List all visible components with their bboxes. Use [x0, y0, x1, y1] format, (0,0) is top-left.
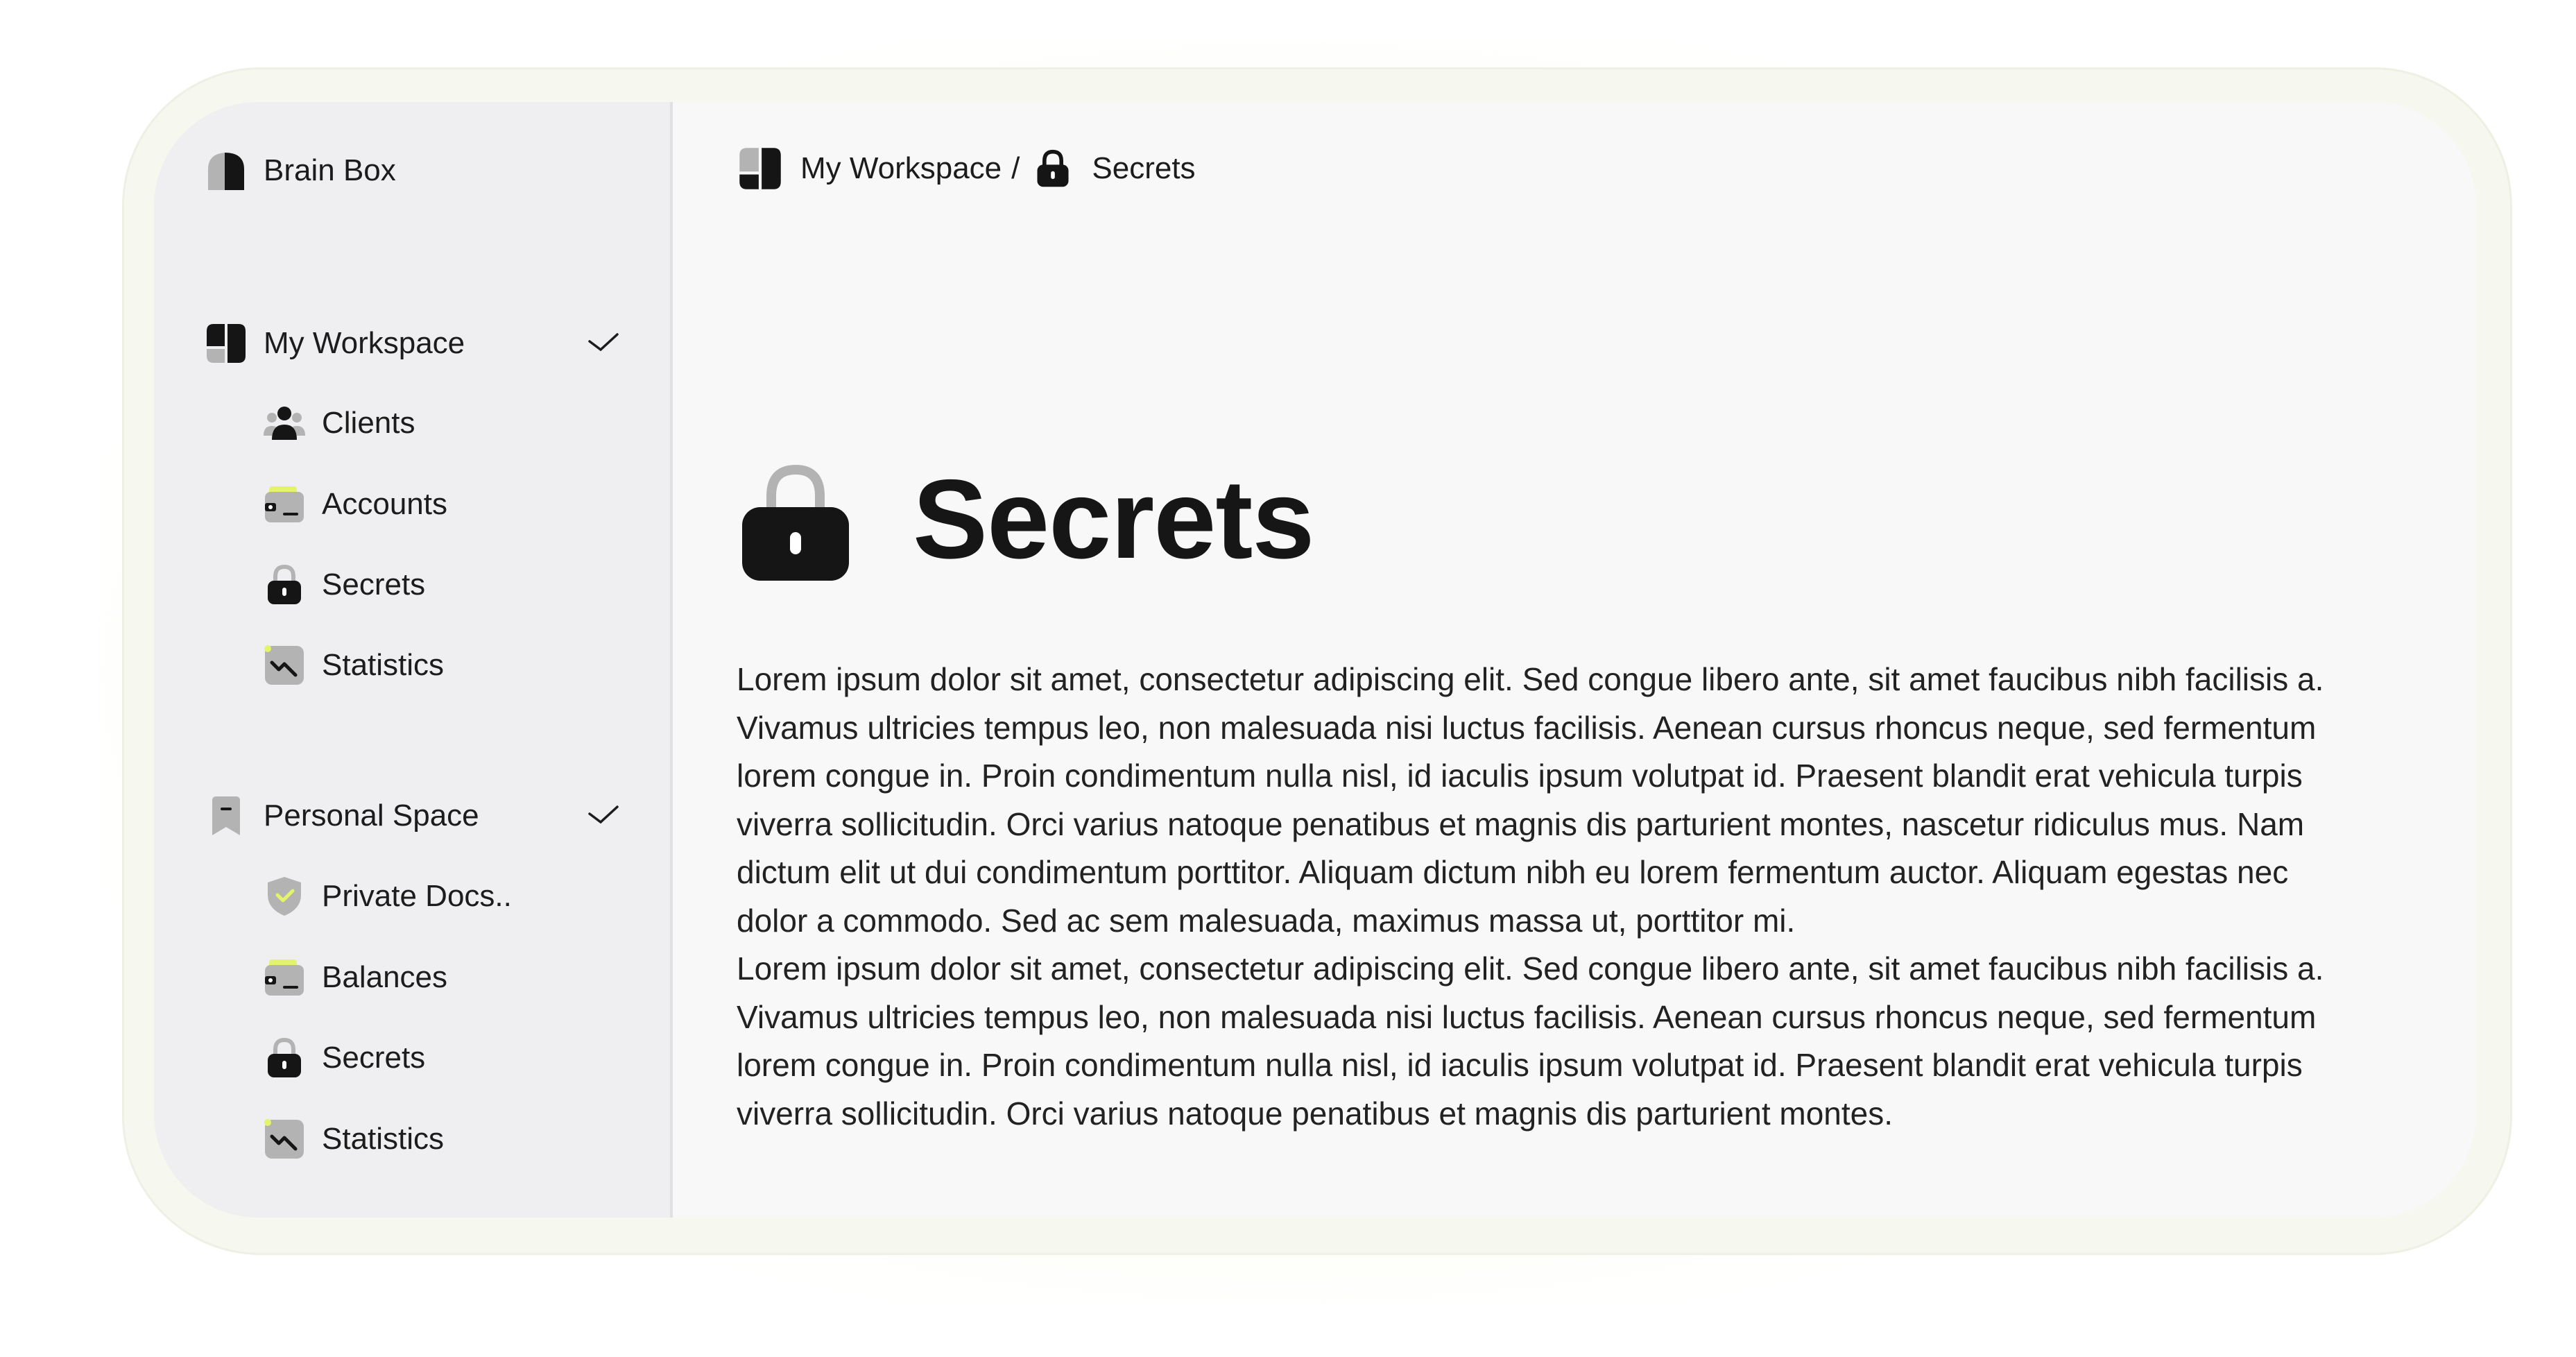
lock-icon — [737, 456, 855, 583]
sidebar-item-private-docs[interactable]: Private Docs.. — [262, 871, 512, 922]
sidebar-item-balances[interactable]: Balances — [262, 952, 447, 1003]
sidebar-item-label: Statistics — [322, 648, 445, 682]
page-header: Secrets — [737, 456, 1314, 583]
lock-icon — [262, 1036, 307, 1080]
sidebar-item-clients[interactable]: Clients — [262, 398, 415, 449]
sidebar-item-secrets[interactable]: Secrets — [262, 1032, 425, 1084]
sidebar-item-label: Statistics — [322, 1122, 445, 1156]
sidebar-item-label: Private Docs.. — [322, 879, 512, 913]
sidebar: Brain Box My Workspace Clients Accounts … — [154, 102, 673, 1218]
sidebar-item-label: Balances — [322, 960, 448, 994]
chart-icon — [262, 1117, 307, 1161]
chevron-down-icon[interactable] — [587, 329, 620, 357]
sidebar-item-label: Secrets — [322, 567, 426, 601]
workspace-icon — [737, 145, 784, 192]
breadcrumb: My Workspace / Secrets — [737, 145, 1196, 192]
breadcrumb-separator: / — [1011, 151, 1020, 185]
shield-icon — [262, 874, 307, 919]
app-name: Brain Box — [264, 153, 396, 187]
wallet-icon — [262, 482, 307, 527]
chevron-down-icon[interactable] — [587, 801, 620, 829]
sidebar-section-personal-space[interactable]: Personal Space — [204, 790, 620, 842]
sidebar-section-my-workspace[interactable]: My Workspace — [204, 318, 620, 369]
breadcrumb-workspace-link[interactable]: My Workspace — [800, 151, 1002, 186]
workspace-icon — [204, 321, 248, 366]
sidebar-item-label: Clients — [322, 406, 415, 440]
main-content: My Workspace / Secrets Secrets Lorem ips… — [673, 102, 2476, 1218]
sidebar-item-label: Accounts — [322, 487, 447, 521]
users-icon — [262, 401, 307, 445]
wallet-icon — [262, 955, 307, 1000]
app-window: Brain Box My Workspace Clients Accounts … — [154, 102, 2476, 1218]
sidebar-item-accounts[interactable]: Accounts — [262, 479, 447, 530]
lock-icon — [262, 563, 307, 607]
sidebar-item-label: Secrets — [322, 1041, 426, 1075]
brand[interactable]: Brain Box — [204, 145, 396, 196]
lock-icon — [1032, 146, 1074, 191]
sidebar-item-statistics[interactable]: Statistics — [262, 1113, 444, 1165]
chart-icon — [262, 643, 307, 688]
paragraph: Lorem ipsum dolor sit amet, consectetur … — [737, 661, 2324, 939]
section-label: My Workspace — [264, 326, 465, 360]
sidebar-item-statistics[interactable]: Statistics — [262, 640, 444, 691]
sidebar-item-secrets[interactable]: Secrets — [262, 559, 425, 611]
page-body: Lorem ipsum dolor sit amet, consectetur … — [737, 656, 2325, 1138]
section-label: Personal Space — [264, 799, 479, 833]
paragraph: Lorem ipsum dolor sit amet, consectetur … — [737, 950, 2324, 1132]
brain-box-logo-icon — [204, 148, 248, 193]
breadcrumb-current: Secrets — [1092, 151, 1196, 185]
page-title: Secrets — [913, 456, 1314, 582]
bookmark-icon — [204, 794, 248, 838]
